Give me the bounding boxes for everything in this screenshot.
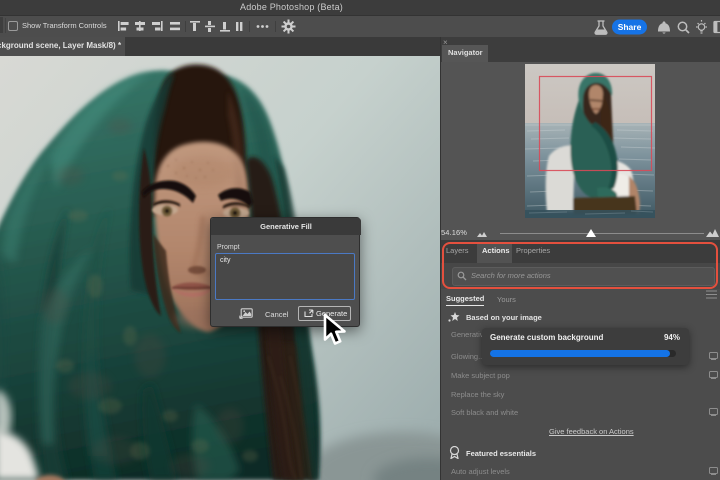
svg-text:Share: Share [618,22,642,32]
